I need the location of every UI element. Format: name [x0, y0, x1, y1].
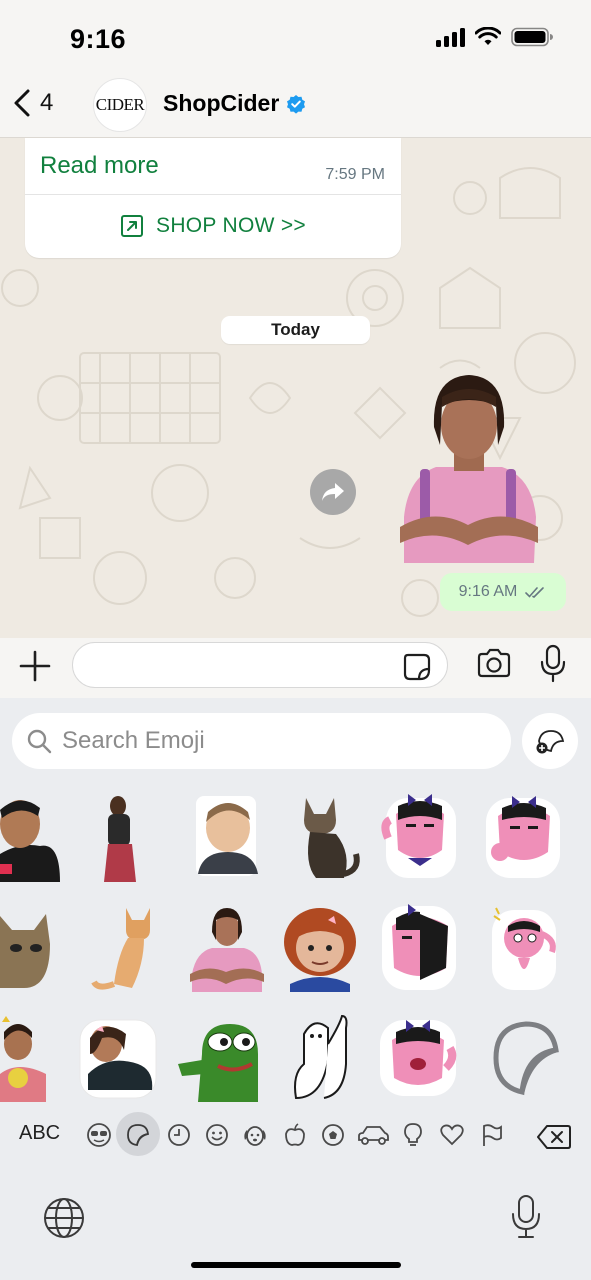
double-check-icon	[525, 587, 545, 598]
dog-icon[interactable]	[242, 1122, 268, 1148]
search-icon	[27, 729, 52, 754]
sticker-pink-dog-cheer[interactable]	[378, 1014, 458, 1102]
sticker-chucky-doll[interactable]	[280, 904, 360, 992]
clock-icon[interactable]	[166, 1122, 192, 1148]
verified-badge-icon	[287, 94, 306, 114]
delete-backspace-icon[interactable]	[536, 1124, 572, 1150]
cellular-signal-icon	[436, 27, 465, 47]
sticker-pink-dog-surprised[interactable]	[486, 904, 566, 992]
ball-icon[interactable]	[320, 1122, 346, 1148]
message-input[interactable]	[72, 642, 448, 688]
read-more-link[interactable]: Read more	[40, 152, 159, 180]
card-divider	[25, 194, 401, 195]
contact-name: ShopCider	[163, 90, 280, 116]
shop-now-button[interactable]: SHOP NOW >>	[25, 214, 401, 238]
sticker-icon[interactable]	[402, 652, 432, 682]
date-separator: Today	[221, 316, 370, 344]
sticker-cat-face[interactable]	[0, 904, 80, 992]
globe-icon[interactable]	[43, 1197, 85, 1239]
frequent-icon[interactable]	[86, 1122, 112, 1148]
status-time: 9:16	[70, 24, 127, 54]
sticker-wig-man-pink-shirt[interactable]	[188, 904, 268, 992]
sticker-cat-sitting[interactable]	[296, 794, 376, 882]
sticker-line-cartoon[interactable]	[284, 1014, 364, 1102]
add-attachment-icon[interactable]	[18, 649, 52, 683]
sent-message-meta: 9:16 AM	[440, 573, 566, 611]
dictation-mic-icon[interactable]	[511, 1194, 541, 1240]
emoji-search-bar[interactable]	[12, 713, 511, 769]
car-icon[interactable]	[356, 1122, 390, 1148]
apple-icon[interactable]	[282, 1122, 308, 1148]
heart-icon[interactable]	[439, 1122, 465, 1148]
contact-info[interactable]: ShopCider	[163, 90, 306, 117]
create-sticker-button[interactable]	[522, 713, 578, 769]
back-button[interactable]: 4	[12, 88, 53, 118]
forward-arrow-icon	[322, 483, 344, 501]
sent-timestamp: 9:16 AM	[458, 583, 518, 600]
sent-sticker-wig-man[interactable]	[394, 367, 544, 563]
forward-button[interactable]	[310, 469, 356, 515]
avatar[interactable]: CIDER	[93, 78, 147, 132]
sticker-icon[interactable]	[125, 1122, 151, 1148]
sticker-woman-standing[interactable]	[88, 794, 168, 882]
message-timestamp: 7:59 PM	[325, 166, 385, 183]
shop-now-label: SHOP NOW >>	[156, 214, 306, 237]
unread-count: 4	[40, 89, 54, 116]
status-icons	[436, 27, 553, 47]
chat-header: 4 CIDER ShopCider	[0, 76, 591, 138]
bulb-icon[interactable]	[400, 1122, 426, 1148]
sticker-person-lying[interactable]	[78, 1014, 158, 1102]
battery-icon	[511, 27, 553, 47]
chat-area[interactable]: Read more 7:59 PM SHOP NOW >> Today 9:16…	[0, 138, 591, 638]
sticker-person-hoodie[interactable]	[0, 794, 80, 882]
emoji-keyboard: ABC	[0, 698, 591, 1280]
add-sticker-placeholder[interactable]	[486, 1014, 566, 1102]
wifi-icon	[475, 27, 501, 45]
chevron-left-icon	[14, 89, 30, 117]
sticker-pepe-frog[interactable]	[178, 1014, 258, 1102]
camera-icon[interactable]	[476, 648, 512, 678]
emoji-category-bar: ABC	[0, 1112, 591, 1158]
emoji-search-input[interactable]	[62, 727, 482, 755]
sticker-pink-dog-thumbs[interactable]	[484, 794, 564, 882]
microphone-icon[interactable]	[540, 644, 566, 684]
sticker-smiling-boy[interactable]	[188, 794, 268, 882]
sticker-orange-kitten[interactable]	[88, 904, 168, 992]
flag-icon[interactable]	[479, 1122, 505, 1148]
abc-keyboard-button[interactable]: ABC	[19, 1122, 60, 1145]
status-bar: 9:16	[0, 0, 591, 76]
home-indicator	[191, 1262, 401, 1268]
sticker-add-icon	[536, 730, 565, 754]
sticker-girl-with-toy[interactable]	[0, 1014, 80, 1102]
sticker-pink-dog-split[interactable]	[380, 904, 460, 992]
received-message-card: Read more 7:59 PM SHOP NOW >>	[25, 138, 401, 258]
smiley-icon[interactable]	[204, 1122, 230, 1148]
external-link-icon	[121, 215, 144, 237]
sticker-pink-dog-waving[interactable]	[380, 794, 460, 882]
message-input-bar	[0, 638, 591, 698]
